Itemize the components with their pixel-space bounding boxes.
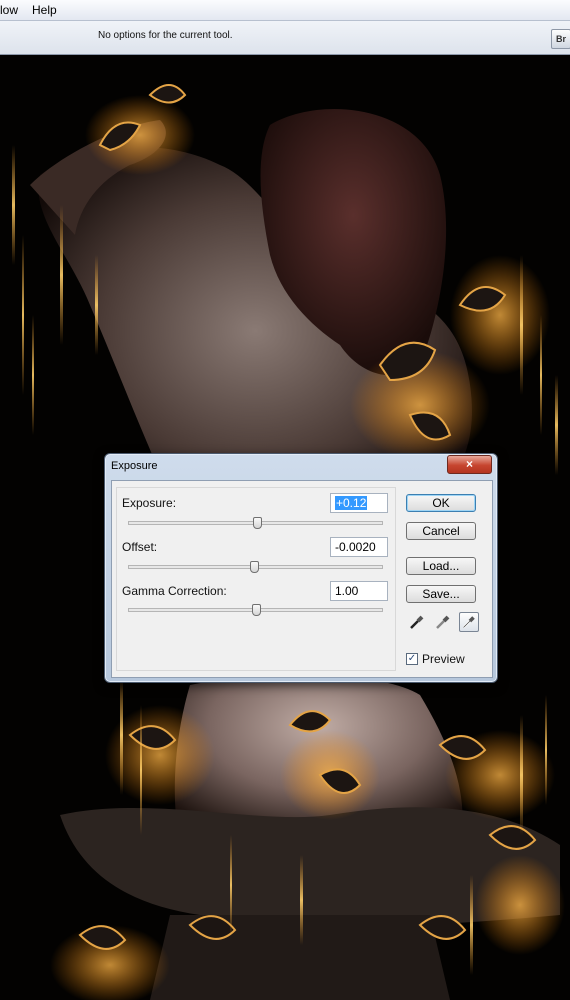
exposure-slider-thumb[interactable]: [253, 517, 262, 529]
menu-window[interactable]: low: [0, 3, 18, 17]
white-point-eyedropper-icon[interactable]: [459, 612, 479, 632]
gamma-label: Gamma Correction:: [122, 584, 227, 598]
gamma-slider-thumb[interactable]: [252, 604, 261, 616]
gray-point-eyedropper-icon[interactable]: [433, 612, 453, 632]
checkmark-icon: ✓: [407, 653, 417, 664]
preview-label: Preview: [422, 652, 465, 666]
options-bar-text: No options for the current tool.: [98, 30, 233, 41]
offset-input[interactable]: -0.0020: [330, 537, 388, 557]
options-bar: No options for the current tool. Br: [0, 21, 570, 55]
save-button[interactable]: Save...: [406, 585, 476, 603]
exposure-value: +0.12: [335, 496, 368, 510]
dialog-titlebar[interactable]: Exposure ×: [105, 454, 497, 478]
cancel-button[interactable]: Cancel: [406, 522, 476, 540]
bridge-button[interactable]: Br: [551, 29, 570, 49]
ok-button[interactable]: OK: [406, 494, 476, 512]
offset-value: -0.0020: [335, 540, 376, 554]
offset-slider-thumb[interactable]: [250, 561, 259, 573]
bridge-icon: Br: [555, 34, 566, 44]
black-point-eyedropper-icon[interactable]: [407, 612, 427, 632]
close-button[interactable]: ×: [447, 455, 492, 474]
menu-bar: low Help: [0, 0, 570, 21]
gamma-input[interactable]: 1.00: [330, 581, 388, 601]
adjustments-group: [116, 487, 396, 671]
preview-checkbox[interactable]: ✓: [406, 653, 418, 665]
dialog-title: Exposure: [111, 460, 158, 472]
load-button[interactable]: Load...: [406, 557, 476, 575]
gamma-value: 1.00: [335, 584, 359, 598]
dialog-body: Exposure: +0.12 Offset: -0.0020 Gamma Co…: [111, 480, 493, 678]
close-icon: ×: [465, 457, 473, 471]
exposure-input[interactable]: +0.12: [330, 493, 388, 513]
menu-help[interactable]: Help: [32, 3, 57, 17]
offset-label: Offset:: [122, 540, 158, 554]
exposure-dialog: Exposure × Exposure: +0.12 Offset: -0.00…: [104, 453, 498, 683]
exposure-label: Exposure:: [122, 496, 177, 510]
